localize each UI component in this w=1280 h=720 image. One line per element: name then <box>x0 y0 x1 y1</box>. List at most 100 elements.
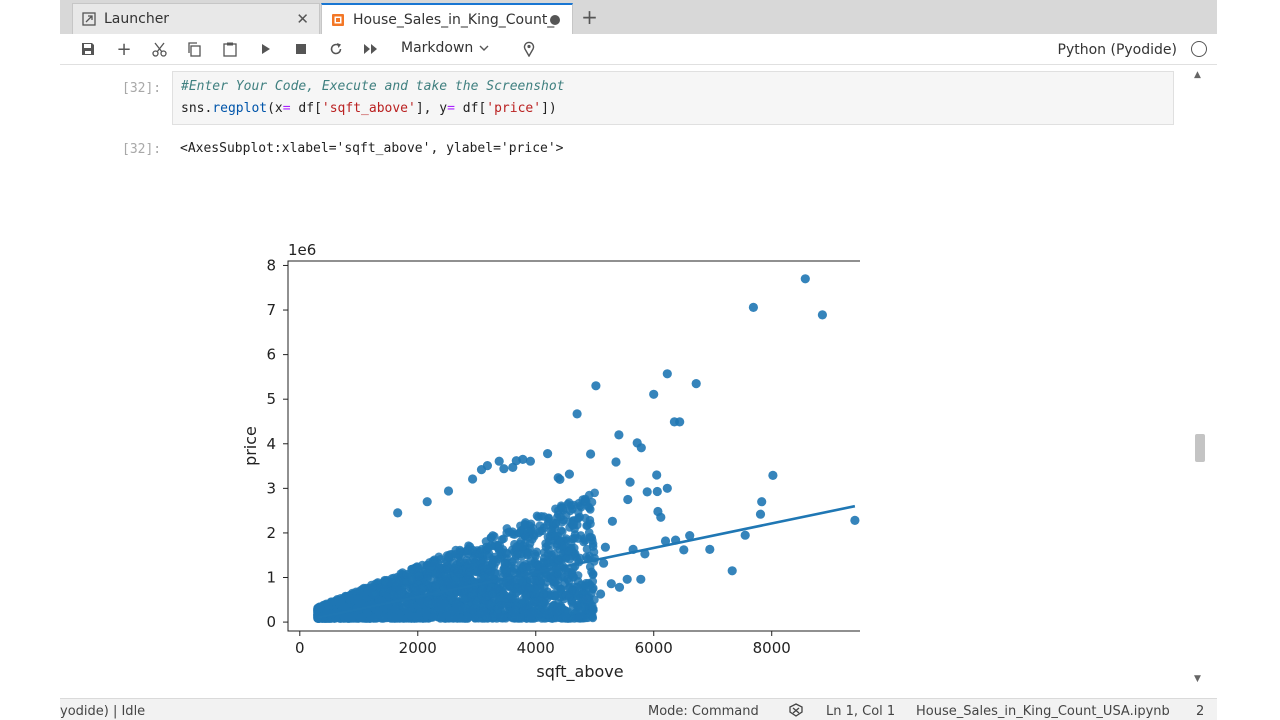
scatter-point <box>800 274 810 284</box>
scroll-up-icon[interactable]: ▲ <box>1194 70 1201 80</box>
scroll-down-icon[interactable]: ▼ <box>1194 674 1201 684</box>
scatter-point <box>547 574 556 584</box>
notebook-scrollbar[interactable]: ▲ ▼ <box>1191 68 1209 690</box>
scatter-point <box>344 612 353 622</box>
x-tick-label: 6000 <box>635 639 673 657</box>
add-tab-icon[interactable]: + <box>577 3 602 31</box>
scatter-point <box>526 519 536 529</box>
scatter-point <box>458 593 468 603</box>
close-tab-icon[interactable]: ✕ <box>296 10 309 28</box>
scatter-point <box>565 555 574 564</box>
copy-icon[interactable] <box>184 40 204 58</box>
x-tick-label: 0 <box>295 639 305 657</box>
output-prompt: [32]: <box>122 142 162 157</box>
run-icon[interactable] <box>256 40 276 58</box>
tab-launcher[interactable]: Launcher ✕ <box>72 3 320 34</box>
tab-notebook[interactable]: House_Sales_in_King_Count_ <box>321 3 573 35</box>
scatter-point <box>544 517 553 526</box>
scatter-point <box>435 564 444 573</box>
cursor-position[interactable]: Ln 1, Col 1 <box>826 704 895 719</box>
regplot-chart: 0 2000 4000 6000 8000 0 1 2 3 4 5 6 7 8 1e6 sqft_above p… <box>241 241 860 682</box>
scatter-point <box>570 533 579 543</box>
run-all-icon[interactable] <box>361 40 381 58</box>
file-name: House_Sales_in_King_Count_USA.ipynb <box>916 704 1170 719</box>
y-tick-label: 3 <box>266 479 276 497</box>
launcher-icon <box>82 12 96 26</box>
scatter-point <box>389 613 398 622</box>
scatter-point <box>425 564 435 573</box>
y-tick-label: 4 <box>266 435 276 453</box>
scatter-point <box>315 602 325 612</box>
scatter-point <box>468 605 477 615</box>
scatter-point <box>491 558 501 567</box>
scatter-point <box>526 613 536 623</box>
kernel-name[interactable]: Python (Pyodide) <box>1058 42 1177 58</box>
scatter-point <box>614 582 625 592</box>
scatter-point <box>451 549 461 559</box>
y-offset-label: 1e6 <box>288 241 316 259</box>
scatter-point <box>600 542 610 552</box>
insert-cell-icon[interactable]: + <box>114 39 134 60</box>
scatter-point <box>572 409 582 419</box>
scatter-point <box>607 516 617 526</box>
scatter-point <box>850 515 860 525</box>
scatter-point <box>675 417 685 427</box>
scatter-point <box>817 310 828 320</box>
cut-icon[interactable] <box>149 40 169 58</box>
code-cell-editor[interactable]: #Enter Your Code, Execute and take the S… <box>172 71 1174 125</box>
scatter-point <box>522 564 532 573</box>
restart-icon[interactable] <box>326 40 346 58</box>
scatter-point <box>508 607 517 617</box>
scatter-point <box>560 573 569 582</box>
kernel-status-text[interactable]: yodide) | Idle <box>60 704 145 719</box>
save-icon[interactable] <box>78 40 98 58</box>
notification-count[interactable]: 2 <box>1196 704 1204 719</box>
scatter-point <box>573 507 583 517</box>
cell-type-dropdown[interactable]: Markdown <box>401 40 489 56</box>
x-tick-label: 2000 <box>399 639 437 657</box>
scatter-point <box>543 449 553 459</box>
scatter-point <box>508 462 518 472</box>
scatter-point <box>482 592 492 601</box>
scatter-point <box>586 449 596 459</box>
scatter-point <box>493 609 502 618</box>
y-tick-label: 5 <box>266 390 276 408</box>
scatter-point <box>463 546 473 556</box>
scatter-point <box>492 584 501 594</box>
scatter-point <box>356 613 365 622</box>
scatter-point <box>625 477 635 487</box>
bug-icon[interactable] <box>788 703 804 717</box>
scatter-point <box>509 564 519 573</box>
scatter-point <box>525 456 535 466</box>
scatter-point <box>522 549 532 558</box>
input-prompt: [32]: <box>122 81 162 96</box>
scatter-point <box>499 565 508 574</box>
pin-icon[interactable] <box>519 40 539 58</box>
scatter-point <box>565 517 575 527</box>
scatter-point <box>564 547 573 556</box>
x-tick-label: 8000 <box>753 639 791 657</box>
stop-icon[interactable] <box>291 40 311 58</box>
scatter-point <box>586 609 595 618</box>
scatter-point <box>468 474 478 484</box>
scrollbar-thumb[interactable] <box>1195 434 1205 462</box>
scatter-point <box>642 487 652 497</box>
scatter-point <box>727 566 737 576</box>
scatter-point <box>396 589 406 598</box>
scatter-point <box>755 509 766 519</box>
scatter-point <box>530 584 540 594</box>
scatter-point <box>422 497 432 507</box>
paste-icon[interactable] <box>220 40 240 58</box>
scatter-point <box>585 515 595 525</box>
scatter-point <box>768 470 778 480</box>
notebook-toolbar: + Markdown Python (Pyodide) <box>60 34 1217 65</box>
scatter-point <box>425 599 435 609</box>
scatter-point <box>581 497 591 507</box>
scatter-point <box>495 595 504 605</box>
scatter-point <box>511 551 521 561</box>
unsaved-indicator-icon[interactable] <box>550 15 560 25</box>
scatter-point <box>581 594 592 604</box>
scatter-point <box>530 549 540 559</box>
scatter-point <box>393 508 403 518</box>
x-tick-label: 4000 <box>517 639 555 657</box>
